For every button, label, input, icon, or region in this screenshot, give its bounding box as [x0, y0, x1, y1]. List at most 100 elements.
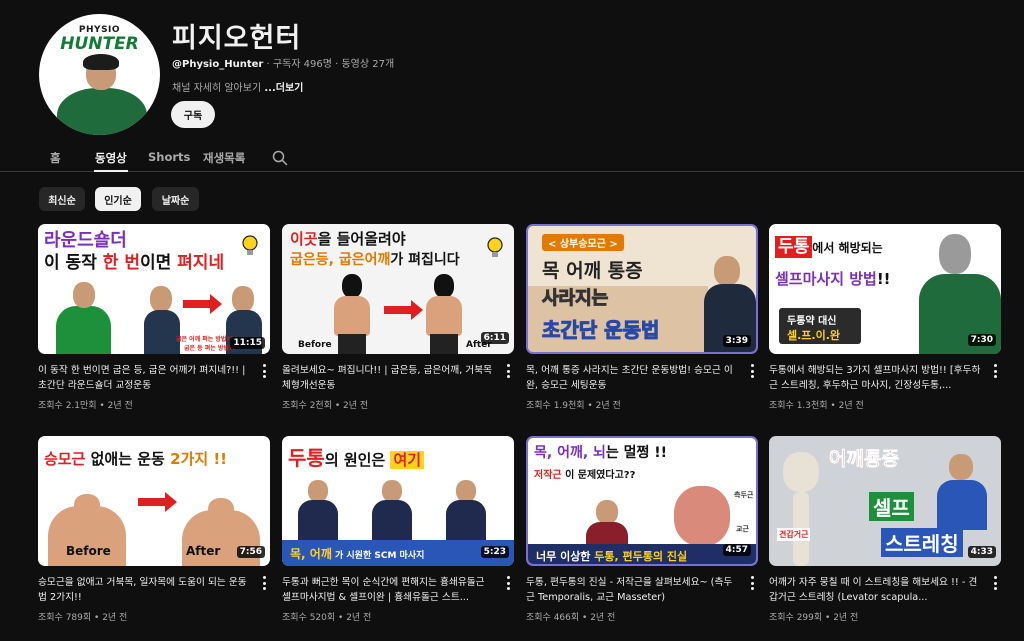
- more-actions-icon[interactable]: [746, 576, 758, 590]
- channel-description[interactable]: 채널 자세히 알아보기 ...더보기: [172, 79, 303, 94]
- thumb-arrow: [411, 300, 423, 320]
- thumb-person: [714, 256, 740, 286]
- thumb-person: [150, 286, 172, 312]
- video-thumbnail[interactable]: 견갑거근 어깨통증 셀프 스트레칭 4:33: [769, 436, 1001, 566]
- video-stats: 조회수 466회 • 2년 전: [526, 613, 616, 623]
- subscribe-button[interactable]: 구독: [171, 101, 215, 128]
- thumb-before: Before: [66, 544, 111, 558]
- thumb-text: 초간단 운동법: [541, 318, 660, 343]
- video-stats: 조회수 2천회 • 2년 전: [282, 401, 369, 411]
- channel-meta: @Physio_Hunter · 구독자 496명 · 동영상 27개: [172, 55, 394, 70]
- thumb-arrow: [183, 300, 211, 308]
- thumb-person: [446, 500, 486, 540]
- lightbulb-icon: [487, 237, 503, 257]
- video-thumbnail[interactable]: 승모근 없애는 운동 2가지 !! Before After 7:56: [38, 436, 270, 566]
- more-actions-icon[interactable]: [502, 576, 514, 590]
- thumb-arrow: [138, 498, 166, 506]
- video-thumbnail[interactable]: 목, 어깨, 뇌는 멀쩡 !! 저작근 이 문제였다고?? 측두근 교근 너무 …: [526, 436, 758, 566]
- thumb-arrow: [384, 306, 412, 314]
- video-stats: 조회수 299회 • 2년 전: [769, 613, 859, 623]
- chip-latest[interactable]: 최신순: [39, 187, 85, 211]
- video-title[interactable]: 올려보세요~ 펴집니다!! | 굽은등, 굽은어깨, 거북목 체형개선운동: [282, 363, 494, 393]
- video-title[interactable]: 목, 어깨 통증 사라지는 초간단 운동방법! 승모근 이완, 승모근 세팅운동: [526, 363, 738, 393]
- video-stats: 조회수 1.3천회 • 2년 전: [769, 401, 864, 411]
- thumb-label: 교근: [736, 525, 749, 533]
- tab-shorts[interactable]: Shorts: [148, 150, 190, 164]
- thumb-person: [144, 310, 180, 354]
- thumb-arrow: [210, 294, 222, 314]
- more-actions-icon[interactable]: [989, 576, 1001, 590]
- thumb-label: 견갑거근: [777, 528, 811, 541]
- thumb-person: [208, 498, 234, 522]
- thumb-person: [426, 296, 462, 336]
- chip-oldest[interactable]: 날짜순: [152, 187, 199, 211]
- video-duration: 3:39: [722, 335, 751, 347]
- thumb-text: 스트레칭: [881, 528, 963, 557]
- thumb-person: [338, 334, 366, 354]
- video-duration: 6:11: [480, 332, 509, 344]
- thumb-person: [586, 522, 628, 544]
- channel-desc-text: 채널 자세히 알아보기: [172, 83, 262, 94]
- more-link[interactable]: ...더보기: [264, 83, 303, 94]
- avatar-logo-main: HUNTER: [60, 34, 139, 54]
- video-duration: 4:33: [967, 546, 996, 558]
- active-tab-indicator: [94, 170, 128, 172]
- thumb-text: 너무 이상한 두통, 편두통의 진실: [536, 550, 688, 563]
- more-actions-icon[interactable]: [746, 364, 758, 378]
- thumb-person: [456, 480, 476, 502]
- thumb-anatomy: [674, 486, 730, 546]
- thumb-person: [73, 282, 95, 308]
- video-thumbnail[interactable]: 이곳을 들어올려야 굽은등, 굽은어깨가 펴집니다 Before After 6…: [282, 224, 514, 354]
- thumb-person: [372, 500, 412, 540]
- video-thumbnail[interactable]: 두통 에서 해방되는 셀프마사지 방법!! 두통약 대신 셀.프.이.완 7:30: [769, 224, 1001, 354]
- thumb-text: 셀.프.이.완: [787, 329, 841, 342]
- thumb-label: 측두근: [734, 491, 754, 499]
- video-title[interactable]: 어깨가 자주 뭉칠 때 이 스트레칭을 해보세요 !! - 견갑거근 스트레칭 …: [769, 575, 981, 605]
- video-thumbnail[interactable]: < 상부승모근 > 목 어깨 통증 사라지는 초간단 운동법 3:39: [526, 224, 758, 354]
- thumb-person: [939, 234, 971, 274]
- thumb-text: 이곳을 들어올려야: [290, 230, 406, 248]
- tab-videos[interactable]: 동영상: [95, 150, 127, 166]
- thumb-person: [232, 286, 254, 312]
- search-icon[interactable]: [271, 149, 289, 167]
- video-title[interactable]: 두통에서 해방되는 3가지 셀프마사지 방법!! [후두하근 스트레칭, 후두하…: [769, 363, 981, 393]
- thumb-before: Before: [298, 340, 332, 350]
- thumb-text: 두통 에서 해방되는: [775, 232, 883, 258]
- video-title[interactable]: 두통, 편두통의 진실 - 저작근을 살펴보세요~ (측두근 Temporali…: [526, 575, 738, 605]
- thumb-person: [596, 500, 618, 524]
- thumb-person: [949, 454, 973, 480]
- more-actions-icon[interactable]: [502, 364, 514, 378]
- thumb-person: [298, 500, 338, 540]
- thumb-person: [434, 274, 454, 298]
- more-actions-icon[interactable]: [258, 364, 270, 378]
- video-title[interactable]: 이 동작 한 번이면 굽은 등, 굽은 어깨가 펴지네?!! | 초간단 라운드…: [38, 363, 250, 393]
- thumb-skull: [783, 452, 819, 492]
- video-stats: 조회수 1.9천회 • 2년 전: [526, 401, 621, 411]
- video-duration: 7:30: [967, 334, 996, 346]
- tab-playlists[interactable]: 재생목록: [203, 150, 245, 166]
- video-thumbnail[interactable]: 두통의 원인은 여기 목, 어깨 가 시원한 SCM 마사지 5:23: [282, 436, 514, 566]
- thumb-person: [342, 274, 362, 298]
- thumb-note: 굽은 등 펴는 방법??: [184, 345, 236, 352]
- video-stats: 조회수 789회 • 2년 전: [38, 613, 128, 623]
- thumb-text: 셀프: [869, 492, 914, 521]
- video-stats: 조회수 520회 • 2년 전: [282, 613, 372, 623]
- thumb-text: 이 동작 한 번이면 펴지네: [44, 253, 225, 273]
- tab-home[interactable]: 홈: [50, 150, 61, 166]
- video-title[interactable]: 승모근을 없애고 거북목, 일자목에 도움이 되는 운동법 2가지!!: [38, 575, 250, 605]
- video-title[interactable]: 두통과 뻐근한 목이 순식간에 편해지는 흉쇄유돌근 셀프마사지법 & 셀프이완…: [282, 575, 494, 605]
- thumb-text: 셀프마사지 방법!!: [775, 270, 891, 288]
- channel-avatar[interactable]: PHYSIO HUNTER: [39, 14, 160, 135]
- thumb-text: 목 어깨 통증: [542, 260, 643, 282]
- avatar-person-body: [57, 88, 147, 135]
- chip-popular[interactable]: 인기순: [95, 187, 141, 211]
- more-actions-icon[interactable]: [989, 364, 1001, 378]
- thumb-text: 저작근 이 문제였다고??: [534, 470, 636, 481]
- video-thumbnail[interactable]: 라운드숄더 이 동작 한 번이면 펴지네 굽은 어깨 펴는 방법?? 굽은 등 …: [38, 224, 270, 354]
- channel-counts: · 구독자 496명 · 동영상 27개: [266, 59, 395, 70]
- thumb-person: [382, 480, 402, 502]
- thumb-text: 두통의 원인은 여기: [288, 442, 425, 471]
- more-actions-icon[interactable]: [258, 576, 270, 590]
- thumb-text: 굽은등, 굽은어깨가 펴집니다: [290, 252, 460, 268]
- thumb-person: [308, 480, 328, 502]
